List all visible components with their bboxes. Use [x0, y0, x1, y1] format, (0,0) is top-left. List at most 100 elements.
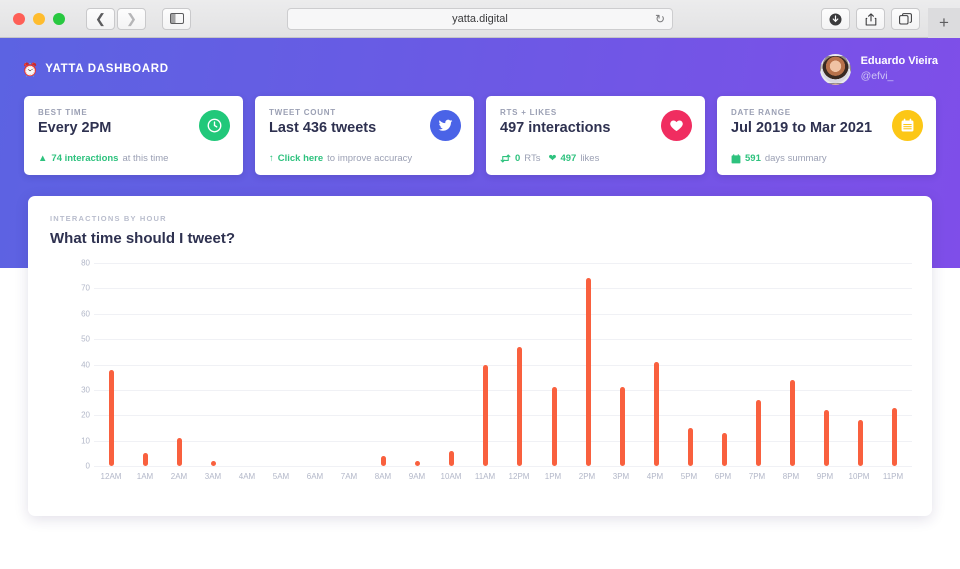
brand-logo[interactable]: ⏰ YATTA DASHBOARD — [22, 63, 169, 76]
bar-slot — [503, 263, 537, 466]
y-axis-tick-label: 20 — [81, 410, 90, 420]
x-axis-tick-label: 2AM — [170, 472, 188, 481]
bar[interactable] — [483, 364, 489, 466]
chart-panel: INTERACTIONS BY HOUR What time should I … — [28, 196, 932, 516]
card-label: BEST TIME — [38, 108, 88, 117]
bar[interactable] — [381, 455, 387, 466]
heart-icon: ❤ — [548, 153, 557, 164]
stat-card-best-time[interactable]: BEST TIME Every 2PM ▲ 74 interactions at… — [24, 96, 243, 175]
bar[interactable] — [176, 438, 182, 466]
bar-slot — [367, 263, 401, 466]
chart-title: What time should I tweet? — [50, 230, 236, 247]
bar[interactable] — [551, 387, 557, 466]
minimize-window-button[interactable] — [33, 12, 45, 25]
y-axis-tick-label: 30 — [81, 385, 90, 395]
bar-slot — [469, 263, 503, 466]
calendar-icon — [901, 118, 914, 132]
brand-title: YATTA DASHBOARD — [45, 63, 169, 75]
alarm-clock-icon: ⏰ — [22, 61, 39, 77]
bar[interactable] — [415, 460, 421, 466]
reload-icon[interactable]: ↻ — [655, 12, 665, 26]
share-button[interactable] — [856, 8, 885, 30]
bar-slot — [639, 263, 673, 466]
user-name: Eduardo Vieira — [860, 55, 938, 68]
chevron-right-icon: ❯ — [126, 11, 137, 26]
bar[interactable] — [790, 379, 796, 466]
calendar-icon — [731, 153, 741, 163]
chart-kicker: INTERACTIONS BY HOUR — [50, 214, 167, 223]
toolbar-actions — [821, 8, 920, 30]
bar[interactable] — [687, 427, 693, 466]
download-button[interactable] — [821, 8, 850, 30]
forward-button[interactable]: ❯ — [117, 7, 146, 30]
bar[interactable] — [210, 460, 216, 466]
x-axis-tick-label: 1PM — [544, 472, 562, 481]
bar[interactable] — [824, 410, 830, 466]
card-badge-clock — [199, 110, 230, 141]
x-axis-tick-label: 4AM — [238, 472, 256, 481]
new-tab-button[interactable]: + — [928, 8, 960, 38]
x-axis-tick-label: 2PM — [578, 472, 596, 481]
bar-slot — [401, 263, 435, 466]
x-axis-tick-label: 12AM — [100, 472, 122, 481]
card-foot-muted: days summary — [764, 153, 827, 164]
stat-card-date-range[interactable]: DATE RANGE Jul 2019 to Mar 2021 591 days… — [717, 96, 936, 175]
bar[interactable] — [449, 450, 455, 466]
address-bar[interactable]: yatta.digital ↻ — [287, 8, 673, 30]
x-axis-tick-label: 12PM — [508, 472, 530, 481]
stat-card-row: BEST TIME Every 2PM ▲ 74 interactions at… — [24, 96, 936, 175]
chevron-left-icon: ❮ — [95, 11, 106, 26]
x-axis-tick-label: 10PM — [848, 472, 870, 481]
bar-chart-plot: 80 70 60 50 40 30 20 10 0 — [72, 259, 912, 471]
sidebar-toggle-icon — [169, 13, 184, 24]
bar-slot — [844, 263, 878, 466]
x-axis-tick-label: 9AM — [408, 472, 426, 481]
stat-card-rts-likes[interactable]: RTS + LIKES 497 interactions 0 RTs ❤ 497… — [486, 96, 705, 175]
bar[interactable] — [619, 387, 625, 466]
window-traffic-lights — [13, 12, 65, 25]
card-footer: 0 RTs ❤ 497 likes — [500, 153, 599, 164]
bar[interactable] — [721, 433, 727, 466]
bar-slot — [741, 263, 775, 466]
bar-slot — [196, 263, 230, 466]
bar[interactable] — [858, 420, 864, 466]
sidebar-toggle-button[interactable] — [162, 7, 191, 30]
card-label: TWEET COUNT — [269, 108, 336, 117]
close-window-button[interactable] — [13, 12, 25, 25]
x-axis-tick-label: 6PM — [714, 472, 732, 481]
bar-slot — [230, 263, 264, 466]
navigation-buttons: ❮ ❯ — [86, 7, 146, 30]
y-axis-tick-label: 60 — [81, 309, 90, 319]
bar-slot — [264, 263, 298, 466]
bar-slot — [435, 263, 469, 466]
bar[interactable] — [756, 400, 762, 466]
bar-slot — [537, 263, 571, 466]
browser-toolbar: ❮ ❯ yatta.digital ↻ + — [0, 0, 960, 38]
y-axis-tick-label: 40 — [81, 360, 90, 369]
card-foot-link[interactable]: Click here — [278, 153, 323, 164]
card-foot-muted: at this time — [122, 153, 169, 164]
bar[interactable] — [517, 346, 523, 466]
back-button[interactable]: ❮ — [86, 7, 115, 30]
bar-slot — [673, 263, 707, 466]
arrow-up-icon: ↑ — [269, 153, 274, 164]
twitter-icon — [438, 119, 453, 131]
card-foot-highlight: 74 interactions — [51, 153, 119, 164]
x-axis-tick-label: 3PM — [612, 472, 630, 481]
bar[interactable] — [653, 361, 659, 466]
tab-overview-icon — [899, 13, 912, 25]
user-profile[interactable]: Eduardo Vieira @efvi_ — [819, 53, 938, 85]
card-badge-heart — [661, 110, 692, 141]
bar[interactable] — [142, 453, 148, 466]
bar[interactable] — [108, 369, 114, 466]
x-axis-tick-label: 8PM — [782, 472, 800, 481]
card-foot-highlight-2: 497 — [560, 153, 577, 164]
tab-overview-button[interactable] — [891, 8, 920, 30]
chart-x-axis: 12AM 1AM 2AM 3AM 4AM 5AM 6AM 7AM 8AM 9AM 10AM 11AM 1… — [94, 472, 910, 481]
maximize-window-button[interactable] — [53, 12, 65, 25]
bar[interactable] — [892, 407, 898, 466]
gridline — [94, 466, 912, 467]
clock-icon — [207, 118, 222, 133]
bar[interactable] — [585, 278, 591, 466]
stat-card-tweet-count[interactable]: TWEET COUNT Last 436 tweets ↑ Click here… — [255, 96, 474, 175]
